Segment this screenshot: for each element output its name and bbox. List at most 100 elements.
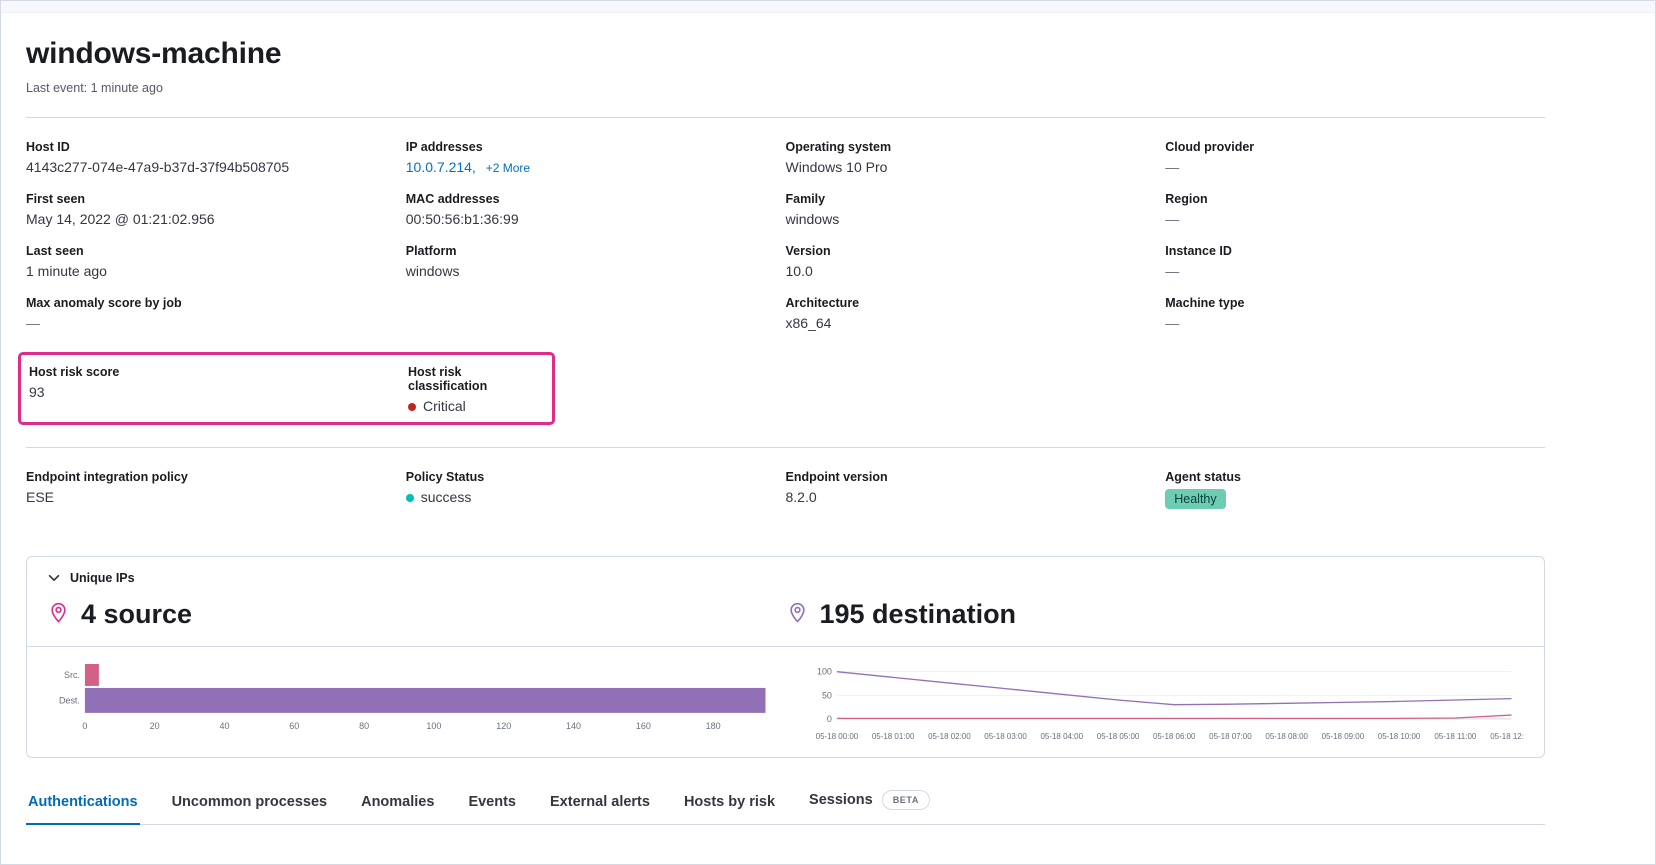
svg-text:05-18 07:00: 05-18 07:00 — [1209, 732, 1252, 741]
field-region: Region — — [1165, 192, 1545, 227]
field-value: Healthy — [1165, 489, 1545, 509]
field-label: Machine type — [1165, 296, 1545, 310]
tab-label: Uncommon processes — [172, 794, 328, 810]
tab-events[interactable]: Events — [466, 788, 518, 825]
host-risk-classification-value: Critical — [408, 398, 544, 414]
ip-address-link[interactable]: 10.0.7.214, — [406, 159, 476, 175]
field-operating-system: Operating system Windows 10 Pro — [786, 140, 1166, 175]
field-endpoint-version: Endpoint version 8.2.0 — [786, 470, 1166, 509]
source-dest-bar-chart: 020406080100120140160180Src.Dest. — [47, 659, 771, 745]
field-value: Windows 10 Pro — [786, 159, 1166, 175]
svg-text:05-18 00:00: 05-18 00:00 — [815, 732, 858, 741]
host-overview-grid: Host ID 4143c277-074e-47a9-b37d-37f94b50… — [26, 140, 1545, 348]
source-stat: 4 source — [47, 599, 786, 630]
field-ip-addresses: IP addresses 10.0.7.214, +2 More — [406, 140, 786, 175]
field-label: Host risk classification — [408, 365, 544, 393]
field-host-risk-score: Host risk score 93 — [29, 365, 408, 414]
field-label: Policy Status — [406, 470, 786, 484]
header-divider — [26, 117, 1545, 118]
svg-text:20: 20 — [150, 721, 160, 731]
field-instance-id: Instance ID — — [1165, 244, 1545, 279]
field-label: Family — [786, 192, 1166, 206]
field-label: Endpoint integration policy — [26, 470, 406, 484]
svg-text:160: 160 — [636, 721, 651, 731]
field-value: — — [1165, 211, 1545, 227]
field-value: May 14, 2022 @ 01:21:02.956 — [26, 211, 406, 227]
svg-text:0: 0 — [826, 714, 831, 724]
field-value: — — [26, 315, 406, 331]
field-mac-addresses: MAC addresses 00:50:56:b1:36:99 — [406, 192, 786, 227]
field-label: First seen — [26, 192, 406, 206]
field-value: — — [1165, 159, 1545, 175]
svg-text:0: 0 — [82, 721, 87, 731]
svg-text:05-18 12:00: 05-18 12:00 — [1490, 732, 1524, 741]
field-label: Cloud provider — [1165, 140, 1545, 154]
svg-text:140: 140 — [566, 721, 581, 731]
field-value: windows — [406, 263, 786, 279]
policy-status-value: success — [406, 489, 786, 505]
svg-text:05-18 10:00: 05-18 10:00 — [1377, 732, 1420, 741]
tab-uncommon-processes[interactable]: Uncommon processes — [170, 788, 330, 825]
tab-label: Hosts by risk — [684, 794, 775, 810]
field-machine-type: Machine type — — [1165, 296, 1545, 331]
field-value: 4143c277-074e-47a9-b37d-37f94b508705 — [26, 159, 406, 175]
top-chrome-strip — [1, 1, 1655, 13]
svg-text:50: 50 — [821, 690, 831, 700]
svg-text:Dest.: Dest. — [59, 695, 80, 705]
overview-column-3: Operating system Windows 10 Pro Family w… — [786, 140, 1166, 348]
tab-hosts-by-risk[interactable]: Hosts by risk — [682, 788, 777, 825]
tab-external-alerts[interactable]: External alerts — [548, 788, 652, 825]
host-details-page: windows-machine Last event: 1 minute ago… — [26, 37, 1545, 825]
unique-ips-panel: Unique IPs 4 source 195 destination — [26, 556, 1545, 758]
host-risk-score-value: 93 — [29, 384, 408, 400]
destination-stat: 195 destination — [786, 599, 1525, 630]
unique-ips-time-chart: 0 50 100 05-18 00:00 05-18 01:00 05-18 02:00 0… — [801, 659, 1525, 745]
section-divider — [26, 447, 1545, 448]
field-label: Agent status — [1165, 470, 1545, 484]
svg-text:100: 100 — [426, 721, 441, 731]
field-label: Endpoint version — [786, 470, 1166, 484]
destination-count: 195 destination — [820, 599, 1017, 630]
svg-text:05-18 02:00: 05-18 02:00 — [928, 732, 971, 741]
critical-status-dot — [408, 403, 416, 411]
endpoint-section: Endpoint integration policy ESE Policy S… — [26, 470, 1545, 526]
field-value: 10.0.7.214, +2 More — [406, 159, 786, 175]
tab-anomalies[interactable]: Anomalies — [359, 788, 436, 825]
field-policy-status: Policy Status success — [406, 470, 786, 509]
svg-text:80: 80 — [359, 721, 369, 731]
field-family: Family windows — [786, 192, 1166, 227]
ip-more-link[interactable]: +2 More — [486, 161, 530, 175]
svg-text:05-18 01:00: 05-18 01:00 — [871, 732, 914, 741]
overview-column-2: IP addresses 10.0.7.214, +2 More MAC add… — [406, 140, 786, 348]
host-tabs: Authentications Uncommon processes Anoma… — [26, 784, 1545, 825]
field-label: Region — [1165, 192, 1545, 206]
field-label: Host risk score — [29, 365, 408, 379]
field-architecture: Architecture x86_64 — [786, 296, 1166, 331]
svg-text:05-18 05:00: 05-18 05:00 — [1096, 732, 1139, 741]
svg-text:05-18 11:00: 05-18 11:00 — [1434, 732, 1477, 741]
field-max-anomaly-score: Max anomaly score by job — — [26, 296, 406, 331]
svg-text:120: 120 — [496, 721, 511, 731]
field-value: windows — [786, 211, 1166, 227]
unique-ips-stats: 4 source 195 destination — [47, 599, 1524, 630]
field-endpoint-policy: Endpoint integration policy ESE — [26, 470, 406, 509]
field-label: Host ID — [26, 140, 406, 154]
svg-text:Src.: Src. — [64, 670, 80, 680]
field-host-id: Host ID 4143c277-074e-47a9-b37d-37f94b50… — [26, 140, 406, 175]
field-value: x86_64 — [786, 315, 1166, 331]
field-value: 8.2.0 — [786, 489, 1166, 505]
field-last-seen: Last seen 1 minute ago — [26, 244, 406, 279]
field-value: — — [1165, 263, 1545, 279]
field-label: Platform — [406, 244, 786, 258]
chevron-down-icon[interactable] — [47, 571, 61, 585]
svg-text:100: 100 — [816, 667, 831, 677]
healthy-status-badge: Healthy — [1165, 489, 1225, 509]
tab-sessions[interactable]: Sessions BETA — [807, 784, 932, 825]
field-label: MAC addresses — [406, 192, 786, 206]
unique-ips-charts: 020406080100120140160180Src.Dest. 050100… — [47, 659, 1524, 745]
svg-text:180: 180 — [706, 721, 721, 731]
map-pin-icon — [786, 601, 809, 629]
tab-label: Events — [468, 794, 516, 810]
last-event-text: Last event: 1 minute ago — [26, 81, 1545, 95]
tab-authentications[interactable]: Authentications — [26, 788, 140, 825]
